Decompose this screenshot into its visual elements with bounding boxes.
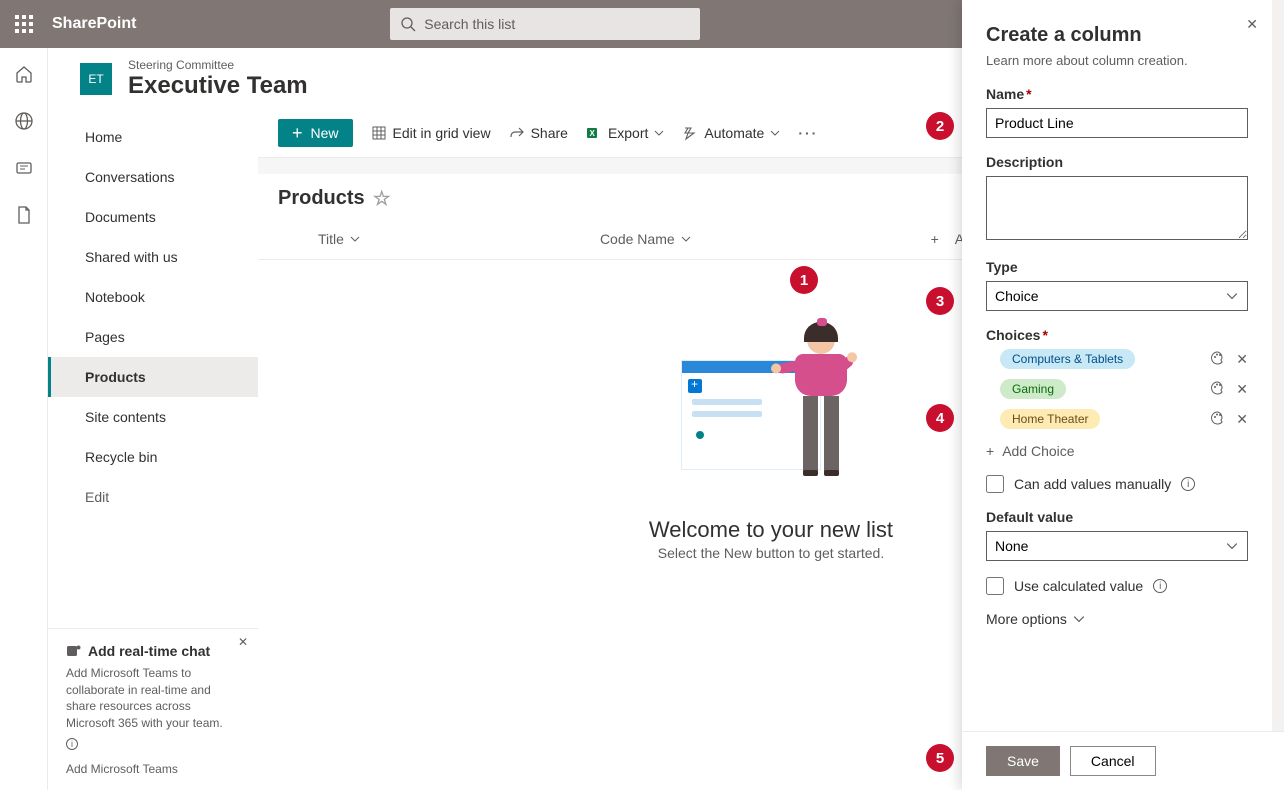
- callout-3: 3: [926, 287, 954, 315]
- flow-icon: [682, 125, 698, 141]
- palette-icon[interactable]: [1210, 350, 1226, 369]
- name-input[interactable]: [986, 108, 1248, 138]
- nav-pages[interactable]: Pages: [48, 317, 258, 357]
- share-button[interactable]: Share: [509, 125, 568, 141]
- new-button-label: New: [311, 125, 339, 141]
- teams-icon: [66, 643, 82, 659]
- callout-2: 2: [926, 112, 954, 140]
- description-input[interactable]: [986, 176, 1248, 240]
- choices-list: Computers & Tablets ✕ Gaming ✕ Home Thea…: [986, 349, 1248, 429]
- chevron-down-icon: [681, 234, 691, 244]
- teams-promo: ✕ Add real-time chat Add Microsoft Teams…: [48, 628, 258, 790]
- chevron-down-icon: [350, 234, 360, 244]
- more-options-button[interactable]: More options: [986, 611, 1248, 627]
- search-icon: [400, 16, 416, 32]
- manual-values-checkbox[interactable]: Can add values manually i: [986, 475, 1248, 493]
- checkbox-input[interactable]: [986, 475, 1004, 493]
- callout-4: 4: [926, 404, 954, 432]
- plus-icon: +: [986, 443, 994, 459]
- info-icon[interactable]: i: [1181, 477, 1195, 491]
- callout-5: 5: [926, 744, 954, 772]
- home-icon[interactable]: [14, 64, 34, 87]
- svg-text:X: X: [589, 129, 595, 138]
- column-code-name[interactable]: Code Name: [600, 231, 691, 247]
- description-label: Description: [986, 154, 1248, 170]
- choice-pill[interactable]: Computers & Tablets: [1000, 349, 1135, 369]
- checkbox-input[interactable]: [986, 577, 1004, 595]
- app-rail: [0, 48, 48, 790]
- panel-footer: Save Cancel: [962, 731, 1284, 790]
- excel-icon: X: [586, 125, 602, 141]
- save-button[interactable]: Save: [986, 746, 1060, 776]
- plus-icon: +: [292, 126, 303, 140]
- globe-icon[interactable]: [14, 111, 34, 134]
- default-value-select[interactable]: [986, 531, 1248, 561]
- panel-title: Create a column: [986, 24, 1248, 47]
- site-logo[interactable]: ET: [80, 63, 112, 95]
- choice-pill[interactable]: Home Theater: [1000, 409, 1100, 429]
- delete-choice-icon[interactable]: ✕: [1236, 411, 1248, 428]
- info-icon[interactable]: i: [66, 738, 78, 750]
- learn-more-link[interactable]: Learn more about column creation.: [986, 53, 1248, 68]
- nav-recycle-bin[interactable]: Recycle bin: [48, 437, 258, 477]
- parent-site-link[interactable]: Steering Committee: [128, 58, 308, 72]
- search-placeholder: Search this list: [424, 16, 515, 32]
- nav-notebook[interactable]: Notebook: [48, 277, 258, 317]
- delete-choice-icon[interactable]: ✕: [1236, 351, 1248, 368]
- favorite-star-icon[interactable]: ☆: [373, 186, 391, 211]
- site-title: Executive Team: [128, 72, 308, 100]
- calculated-value-label: Use calculated value: [1014, 578, 1143, 594]
- teams-promo-title: Add real-time chat: [66, 643, 210, 659]
- calculated-value-checkbox[interactable]: Use calculated value i: [986, 577, 1248, 595]
- default-value-label: Default value: [986, 509, 1248, 525]
- grid-icon: [371, 125, 387, 141]
- name-label: Name*: [986, 86, 1248, 102]
- brand-label: SharePoint: [52, 15, 136, 33]
- choice-row: Computers & Tablets ✕: [986, 349, 1248, 369]
- nav-home[interactable]: Home: [48, 117, 258, 157]
- callout-1: 1: [790, 266, 818, 294]
- create-column-panel: ✕ Create a column Learn more about colum…: [962, 0, 1284, 790]
- chevron-down-icon: [654, 128, 664, 138]
- delete-choice-icon[interactable]: ✕: [1236, 381, 1248, 398]
- palette-icon[interactable]: [1210, 410, 1226, 429]
- choice-row: Gaming ✕: [986, 379, 1248, 399]
- type-label: Type: [986, 259, 1248, 275]
- type-select[interactable]: [986, 281, 1248, 311]
- app-launcher-icon[interactable]: [0, 0, 48, 48]
- chevron-down-icon: [1073, 613, 1085, 625]
- plus-icon: +: [931, 231, 939, 247]
- column-title[interactable]: Title: [318, 231, 360, 247]
- info-icon[interactable]: i: [1153, 579, 1167, 593]
- nav-conversations[interactable]: Conversations: [48, 157, 258, 197]
- nav-site-contents[interactable]: Site contents: [48, 397, 258, 437]
- site-nav: Home Conversations Documents Shared with…: [48, 109, 258, 790]
- edit-grid-button[interactable]: Edit in grid view: [371, 125, 491, 141]
- teams-promo-link[interactable]: Add Microsoft Teams: [66, 762, 240, 776]
- add-choice-button[interactable]: +Add Choice: [986, 443, 1248, 459]
- manual-values-label: Can add values manually: [1014, 476, 1171, 492]
- choice-pill[interactable]: Gaming: [1000, 379, 1066, 399]
- nav-documents[interactable]: Documents: [48, 197, 258, 237]
- choice-row: Home Theater ✕: [986, 409, 1248, 429]
- panel-close-icon[interactable]: ✕: [1246, 16, 1258, 33]
- teams-promo-close-icon[interactable]: ✕: [238, 635, 248, 649]
- empty-illustration: +: [681, 320, 861, 490]
- palette-icon[interactable]: [1210, 380, 1226, 399]
- share-icon: [509, 125, 525, 141]
- file-icon[interactable]: [14, 205, 34, 228]
- export-button[interactable]: X Export: [586, 125, 664, 141]
- more-commands-button[interactable]: ···: [798, 125, 818, 141]
- news-icon[interactable]: [14, 158, 34, 181]
- choices-label: Choices*: [986, 327, 1248, 343]
- teams-promo-body: Add Microsoft Teams to collaborate in re…: [66, 665, 240, 732]
- search-box[interactable]: Search this list: [390, 8, 700, 40]
- new-button[interactable]: + New: [278, 119, 353, 147]
- nav-products[interactable]: Products: [48, 357, 258, 397]
- nav-edit[interactable]: Edit: [48, 477, 258, 517]
- cancel-button[interactable]: Cancel: [1070, 746, 1156, 776]
- automate-button[interactable]: Automate: [682, 125, 780, 141]
- chevron-down-icon: [770, 128, 780, 138]
- nav-shared-with-us[interactable]: Shared with us: [48, 237, 258, 277]
